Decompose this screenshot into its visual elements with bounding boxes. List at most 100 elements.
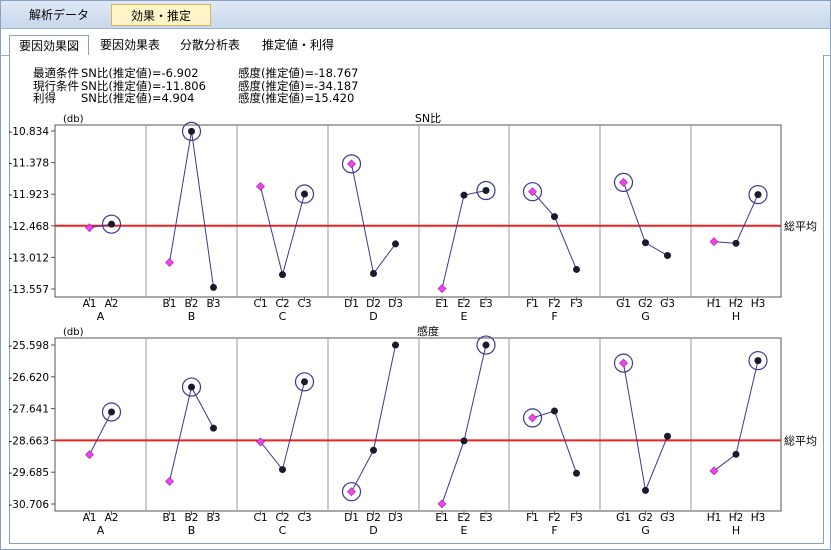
level-point xyxy=(642,239,649,247)
factor-effect-line xyxy=(623,363,668,493)
y-tick-label: -29.685 xyxy=(8,467,49,479)
y-tick-label: -26.620 xyxy=(8,372,49,384)
level-label: C1 xyxy=(253,512,267,524)
y-tick-label: -12.468 xyxy=(8,221,49,233)
level-label: G2 xyxy=(638,298,653,310)
level-point xyxy=(108,408,115,416)
factor-label: B xyxy=(188,310,196,323)
y-tick-label: -10.834 xyxy=(8,126,49,138)
chart-title: 感度 xyxy=(417,324,439,338)
level-label: E1 xyxy=(435,512,448,524)
current-level-marker xyxy=(709,466,719,476)
factor-effect-line xyxy=(260,381,305,471)
level-point xyxy=(664,432,671,440)
current-level-marker xyxy=(709,237,719,247)
factor-label: E xyxy=(461,524,468,537)
level-label: D1 xyxy=(344,298,359,310)
level-point xyxy=(108,220,115,228)
level-label: H3 xyxy=(751,512,766,524)
level-label: B3 xyxy=(207,512,221,524)
current-level-marker xyxy=(165,476,174,486)
y-tick-label: -11.378 xyxy=(8,158,49,170)
factor-effect-line xyxy=(532,410,577,474)
factor-label: C xyxy=(279,310,287,323)
factor-label: F xyxy=(551,310,557,323)
level-label: B2 xyxy=(185,512,199,524)
level-point xyxy=(482,341,490,349)
level-point xyxy=(392,240,399,248)
current-level-marker xyxy=(347,159,356,169)
y-axis-unit: (db) xyxy=(63,327,84,338)
level-label: D2 xyxy=(366,512,381,524)
factor-label: G xyxy=(641,310,650,323)
factor-label: D xyxy=(369,524,377,537)
y-tick-label: -13.012 xyxy=(8,252,49,264)
level-point xyxy=(573,265,580,273)
level-point xyxy=(370,446,377,454)
level-point xyxy=(664,252,671,260)
level-point xyxy=(754,191,762,199)
level-point xyxy=(210,424,217,432)
level-point xyxy=(279,271,286,279)
grand-average-label: 総平均 xyxy=(784,219,817,233)
level-label: E2 xyxy=(457,512,470,524)
current-level-marker xyxy=(437,284,447,294)
level-label: B1 xyxy=(163,512,177,524)
level-point xyxy=(188,127,195,135)
current-level-marker xyxy=(85,450,94,460)
level-label: C2 xyxy=(275,512,289,524)
factor-label: D xyxy=(369,310,377,323)
y-tick-label: -13.557 xyxy=(8,284,49,296)
factor-label: B xyxy=(188,524,196,537)
plot-frame xyxy=(54,124,782,298)
level-label: G3 xyxy=(660,298,675,310)
factor-label: G xyxy=(641,524,650,537)
level-label: F1 xyxy=(526,512,539,524)
y-tick-label: -28.663 xyxy=(8,435,49,447)
level-point xyxy=(551,213,558,221)
factor-effect-line xyxy=(532,191,577,270)
level-label: A1 xyxy=(83,298,97,310)
factor-label: A xyxy=(97,310,105,323)
level-label: G1 xyxy=(616,298,631,310)
level-point xyxy=(301,190,308,198)
level-point xyxy=(551,407,558,415)
level-point xyxy=(732,239,740,247)
level-point xyxy=(460,437,468,445)
y-tick-label: -25.598 xyxy=(8,340,49,352)
level-label: G2 xyxy=(638,512,653,524)
level-point xyxy=(392,341,399,349)
level-label: A1 xyxy=(83,512,97,524)
plot-frame xyxy=(54,337,782,512)
factor-effect-line xyxy=(713,194,759,244)
level-label: G3 xyxy=(660,512,675,524)
level-label: G1 xyxy=(616,512,631,524)
y-tick-label: -11.923 xyxy=(8,189,49,201)
level-point xyxy=(370,270,377,278)
current-level-marker xyxy=(437,499,447,509)
current-level-marker xyxy=(165,258,174,267)
factor-label: A xyxy=(97,524,105,537)
level-point xyxy=(460,191,468,199)
current-level-marker xyxy=(256,182,265,191)
factor-effect-line xyxy=(441,190,487,289)
level-label: D1 xyxy=(344,512,359,524)
level-label: H1 xyxy=(707,512,722,524)
level-point xyxy=(732,450,740,458)
level-label: A2 xyxy=(105,298,119,310)
grand-average-label: 総平均 xyxy=(784,433,817,447)
level-label: D3 xyxy=(388,512,403,524)
level-label: E2 xyxy=(457,298,470,310)
level-label: H1 xyxy=(707,298,722,310)
level-label: D2 xyxy=(366,298,381,310)
level-label: F2 xyxy=(548,512,561,524)
factor-label: E xyxy=(461,310,468,323)
current-level-marker xyxy=(528,413,537,423)
level-label: D3 xyxy=(388,298,403,310)
factor-effect-line xyxy=(169,131,214,288)
level-label: B3 xyxy=(207,298,221,310)
app-window: 解析データ 効果・推定 要因効果図 要因効果表 分散分析表 推定値・利得 最適条… xyxy=(0,0,831,550)
level-label: F1 xyxy=(526,298,539,310)
factor-label: H xyxy=(732,310,740,323)
level-point xyxy=(642,486,649,494)
